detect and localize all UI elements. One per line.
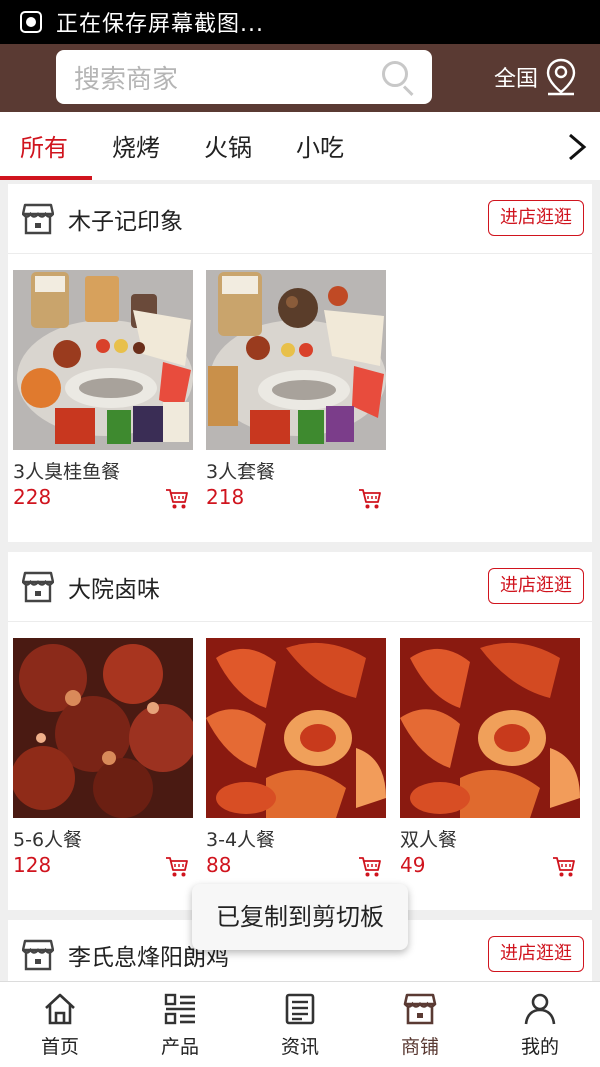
cart-icon[interactable] [552, 856, 576, 878]
nav-home[interactable]: 首页 [0, 992, 120, 1059]
product-list: 3人臭桂鱼餐 228 3人套餐 218 [8, 254, 592, 534]
nav-products[interactable]: 产品 [120, 992, 240, 1059]
nav-label: 我的 [520, 1036, 559, 1058]
status-text: 正在保存屏幕截图... [56, 12, 264, 37]
product-image[interactable] [13, 270, 193, 450]
nav-label: 首页 [40, 1036, 79, 1058]
shop-icon [22, 570, 54, 604]
screenshot-icon [20, 11, 42, 33]
visit-shop-button[interactable]: 进店逛逛 [488, 568, 584, 604]
search-placeholder: 搜索商家 [74, 64, 179, 95]
product-item[interactable]: 3人臭桂鱼餐 228 [13, 270, 193, 510]
nav-mine[interactable]: 我的 [480, 992, 600, 1059]
product-image[interactable] [206, 638, 386, 818]
shop-name[interactable]: 大院卤味 [68, 570, 160, 604]
user-icon [524, 993, 556, 1025]
product-name: 双人餐 [400, 829, 458, 851]
product-list: 5-6人餐 128 3-4人餐 88 双人餐 49 [8, 622, 592, 902]
search-input[interactable]: 搜索商家 [56, 50, 432, 104]
region-selector[interactable]: 全国 [494, 58, 576, 96]
nav-label: 产品 [160, 1036, 199, 1058]
region-label: 全国 [494, 67, 539, 92]
shop-icon [403, 993, 437, 1025]
header: 搜索商家 全国 [0, 44, 600, 112]
active-tab-indicator [0, 176, 92, 180]
tab-bbq[interactable]: 烧烤 [112, 128, 160, 163]
cart-icon[interactable] [358, 856, 382, 878]
cart-icon[interactable] [165, 856, 189, 878]
list-icon [164, 993, 195, 1025]
shop-header: 大院卤味 进店逛逛 [8, 552, 592, 622]
shop-icon [22, 202, 54, 236]
nav-news[interactable]: 资讯 [240, 992, 360, 1059]
product-image[interactable] [13, 638, 193, 818]
product-image[interactable] [206, 270, 386, 450]
tab-hotpot[interactable]: 火锅 [204, 128, 252, 163]
nav-label: 商铺 [400, 1036, 439, 1058]
home-icon [45, 993, 75, 1025]
nav-shops[interactable]: 商铺 [360, 992, 480, 1059]
product-name: 3人臭桂鱼餐 [13, 461, 121, 483]
shop-card: 木子记印象 进店逛逛 3人臭桂鱼餐 228 3人套餐 218 [8, 184, 592, 542]
shop-name[interactable]: 木子记印象 [68, 202, 183, 236]
tab-all[interactable]: 所有 [20, 128, 68, 163]
news-icon [285, 993, 315, 1025]
product-item[interactable]: 3-4人餐 88 [206, 638, 386, 878]
shop-icon [22, 938, 54, 972]
status-bar: 正在保存屏幕截图... [0, 0, 600, 44]
shop-card: 大院卤味 进店逛逛 5-6人餐 128 3-4人餐 88 双人餐 49 [8, 552, 592, 910]
cart-icon[interactable] [165, 488, 189, 510]
tab-snacks[interactable]: 小吃 [296, 128, 344, 163]
product-name: 3-4人餐 [206, 829, 276, 851]
chevron-right-icon[interactable] [564, 132, 590, 162]
visit-shop-button[interactable]: 进店逛逛 [488, 200, 584, 236]
nav-label: 资讯 [280, 1036, 319, 1058]
location-pin-icon [546, 58, 576, 96]
product-image[interactable] [400, 638, 580, 818]
product-name: 3人套餐 [206, 461, 276, 483]
category-tabs: 所有 烧烤 火锅 小吃 [0, 112, 600, 180]
product-name: 5-6人餐 [13, 829, 83, 851]
shop-header: 木子记印象 进店逛逛 [8, 184, 592, 254]
product-item[interactable]: 3人套餐 218 [206, 270, 386, 510]
visit-shop-button[interactable]: 进店逛逛 [488, 936, 584, 972]
product-item[interactable]: 5-6人餐 128 [13, 638, 193, 878]
toast-message: 已复制到剪切板 [192, 884, 408, 950]
product-item[interactable]: 双人餐 49 [400, 638, 580, 878]
search-icon[interactable] [378, 57, 418, 97]
bottom-nav: 首页 产品 资讯 商铺 我的 [0, 981, 600, 1067]
cart-icon[interactable] [358, 488, 382, 510]
